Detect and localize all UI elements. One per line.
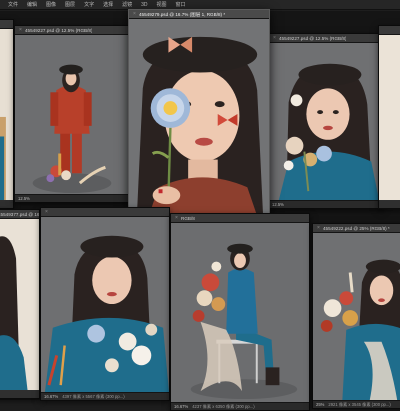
document-window-9[interactable]: × 45549222.psd @ 25% (RGB/8) * 25% 2921 … [312, 223, 400, 409]
document-window-5[interactable] [378, 25, 400, 209]
document-tab[interactable]: × 45549222.psd @ 25% (RGB/8) * [313, 224, 400, 233]
document-info[interactable]: 2921 像素 x 3545 像素 (300 pp...) [328, 402, 390, 408]
document-title: 45549222.psd @ 25% (RGB/8) * [323, 225, 390, 231]
document-tab[interactable]: × 45549227.psd @ 12.5% (RGB/8) [15, 26, 129, 35]
close-icon[interactable]: × [132, 10, 137, 19]
document-title: 45549377.psd @ 16.7% (RGB/8) [0, 211, 39, 217]
close-icon[interactable]: × [272, 34, 277, 43]
document-window-1[interactable] [0, 19, 14, 209]
workspace: × 45549227.psd @ 12.5% (RGB/8) 12.5% × 4… [0, 9, 400, 411]
photo-canvas[interactable] [269, 43, 383, 200]
photo-canvas[interactable] [15, 35, 129, 194]
document-window-8[interactable]: × RGB/8 16.67% 4237 像素 x 6350 像素 (300 pp… [170, 213, 310, 411]
document-title: 45549279.psd @ 16.7% (图层 1, RGB/8) * [139, 11, 226, 17]
photo-canvas[interactable] [379, 35, 400, 200]
close-icon[interactable]: × [316, 224, 321, 233]
document-title: 45549227.psd @ 12.5% (RGB/8) [279, 35, 347, 41]
document-title: 45549227.psd @ 12.5% (RGB/8) [25, 27, 93, 33]
document-window-2[interactable]: × 45549227.psd @ 12.5% (RGB/8) 12.5% [14, 25, 130, 203]
status-bar: 12.5% [15, 194, 129, 202]
zoom-level[interactable]: 12.5% [272, 202, 284, 207]
status-bar: 16.67% 4237 像素 x 6350 像素 (300 pp...) [171, 402, 309, 410]
photo-canvas[interactable] [0, 219, 39, 390]
menu-edit[interactable]: 编辑 [27, 0, 37, 10]
document-window-4[interactable]: × 45549227.psd @ 12.5% (RGB/8) 12.5% [268, 33, 384, 209]
photo-canvas[interactable] [0, 29, 13, 200]
photo-canvas[interactable] [171, 223, 309, 402]
status-bar: 25% 2921 像素 x 3545 像素 (300 pp...) [313, 400, 400, 408]
document-tab[interactable]: 45549377.psd @ 16.7% (RGB/8) [0, 210, 39, 219]
document-window-3-active[interactable]: × 45549279.psd @ 16.7% (图层 1, RGB/8) * [128, 9, 270, 225]
photo-canvas[interactable] [313, 233, 400, 400]
document-info[interactable]: 4237 像素 x 6350 像素 (300 pp...) [192, 404, 254, 410]
document-tab[interactable]: × 45549279.psd @ 16.7% (图层 1, RGB/8) * [129, 10, 269, 19]
document-title: RGB/8 [181, 215, 195, 221]
document-tab[interactable]: × [41, 208, 169, 217]
menu-layer[interactable]: 图层 [65, 0, 75, 10]
document-tab[interactable] [379, 26, 400, 35]
document-window-6[interactable]: 45549377.psd @ 16.7% (RGB/8) [0, 209, 40, 399]
document-tab[interactable] [0, 20, 13, 29]
menu-file[interactable]: 文件 [8, 0, 18, 10]
document-tab[interactable]: × RGB/8 [171, 214, 309, 223]
document-tab[interactable]: × 45549227.psd @ 12.5% (RGB/8) [269, 34, 383, 43]
zoom-level[interactable]: 25% [316, 402, 324, 407]
photo-canvas[interactable] [41, 217, 169, 392]
menu-select[interactable]: 选择 [103, 0, 113, 10]
status-bar: 16.67% 4397 像素 x 5567 像素 (300 pp...) [41, 392, 169, 400]
status-bar: 12.5% [269, 200, 383, 208]
close-icon[interactable]: × [174, 214, 179, 223]
zoom-level[interactable]: 16.67% [44, 394, 58, 399]
menu-type[interactable]: 文字 [84, 0, 94, 10]
photo-canvas[interactable] [129, 19, 269, 216]
menu-image[interactable]: 图像 [46, 0, 56, 10]
zoom-level[interactable]: 12.5% [18, 196, 30, 201]
zoom-level[interactable]: 16.67% [174, 404, 188, 409]
close-icon[interactable]: × [44, 208, 49, 217]
document-info[interactable]: 4397 像素 x 5567 像素 (300 pp...) [62, 394, 124, 400]
close-icon[interactable]: × [18, 26, 23, 35]
document-window-7[interactable]: × 16.67% 4397 像素 x 5567 像素 (300 pp...) [40, 207, 170, 401]
